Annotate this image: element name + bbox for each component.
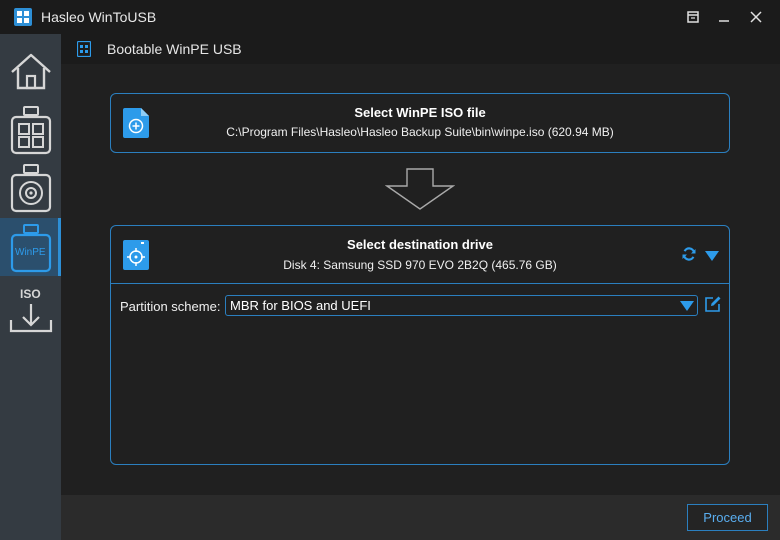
iso-card-title: Select WinPE ISO file: [354, 105, 486, 120]
partition-scheme-value: MBR for BIOS and UEFI: [230, 298, 371, 313]
sidebar-item-iso[interactable]: ISO: [0, 280, 61, 338]
partition-scheme-select[interactable]: MBR for BIOS and UEFI: [225, 295, 698, 316]
menu-button[interactable]: [683, 7, 703, 27]
sidebar-item-home[interactable]: [0, 42, 61, 100]
download-icon: [9, 304, 53, 333]
destination-card-title: Select destination drive: [347, 237, 493, 252]
page-header: Bootable WinPE USB: [61, 34, 780, 64]
edit-icon[interactable]: [704, 295, 722, 313]
window-title: Hasleo WinToUSB: [41, 9, 157, 25]
close-icon: [750, 11, 762, 23]
home-icon: [11, 53, 51, 90]
minimize-button[interactable]: [714, 7, 734, 27]
destination-drive-selector[interactable]: Select destination drive Disk 4: Samsung…: [111, 226, 729, 284]
title-bar: Hasleo WinToUSB: [0, 0, 780, 34]
app-logo-icon: [14, 8, 32, 26]
page-title: Bootable WinPE USB: [107, 41, 242, 57]
destination-drive-name: Disk 4: Samsung SSD 970 EVO 2B2Q (465.76…: [283, 258, 557, 272]
sidebar-item-windows-to-usb[interactable]: [0, 100, 61, 158]
menu-icon: [687, 11, 699, 23]
disk-usb-icon: [10, 164, 52, 213]
select-iso-card[interactable]: Select WinPE ISO file C:\Program Files\H…: [110, 93, 730, 153]
sidebar-item-winpe[interactable]: WinPE: [0, 218, 61, 276]
iso-file-path: C:\Program Files\Hasleo\Hasleo Backup Su…: [226, 125, 614, 139]
close-button[interactable]: [746, 7, 766, 27]
sidebar-item-disk-to-usb[interactable]: [0, 158, 61, 216]
proceed-button[interactable]: Proceed: [687, 504, 768, 531]
windows-usb-icon: [10, 106, 52, 155]
partition-scheme-label: Partition scheme:: [120, 299, 221, 314]
select-arrow-icon: [680, 301, 694, 311]
sidebar-item-winpe-label: WinPE: [15, 247, 46, 258]
flow-down-arrow-icon: [385, 168, 455, 210]
refresh-icon[interactable]: [682, 247, 696, 261]
chevron-down-icon[interactable]: [704, 250, 720, 262]
footer: Proceed: [61, 495, 780, 540]
sidebar: WinPE ISO: [0, 34, 61, 540]
minimize-icon: [719, 20, 729, 22]
main-panel: Select WinPE ISO file C:\Program Files\H…: [61, 64, 780, 495]
destination-card: Select destination drive Disk 4: Samsung…: [110, 225, 730, 465]
bootable-usb-icon: [77, 41, 91, 57]
